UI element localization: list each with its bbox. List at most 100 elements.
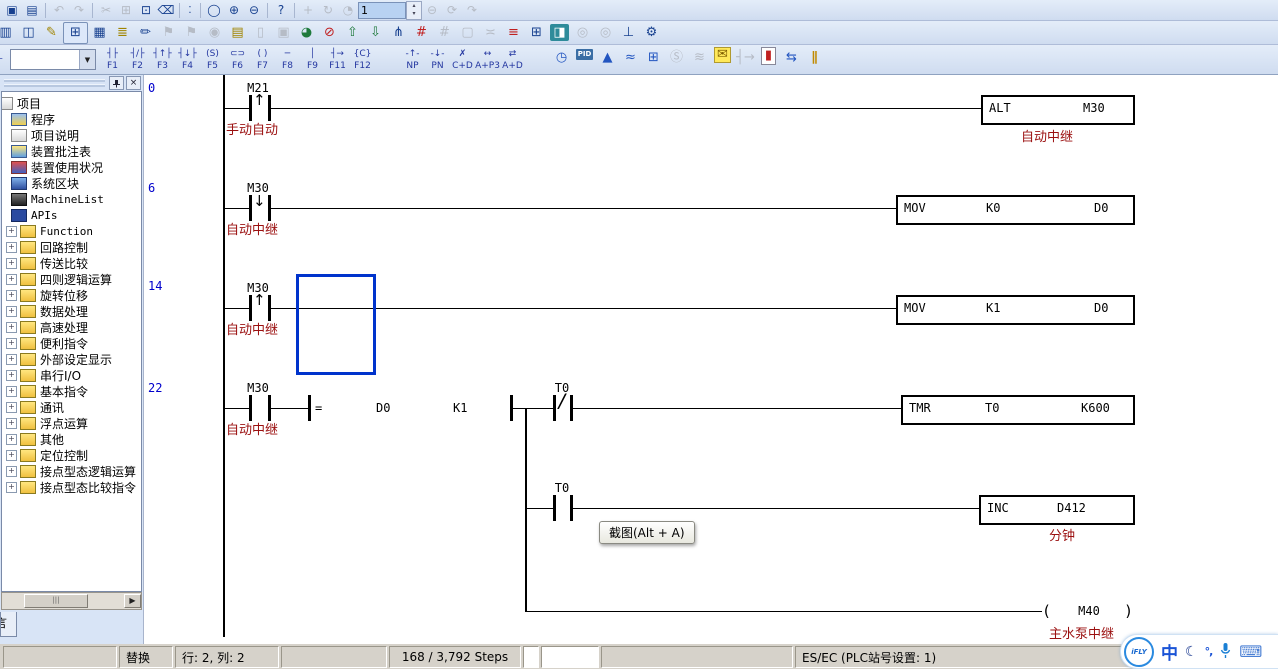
mail-icon[interactable]: ✉: [711, 47, 734, 73]
globe-icon[interactable]: ◕: [295, 23, 318, 43]
expander-icon[interactable]: +: [6, 402, 17, 413]
snap-grid-icon[interactable]: ⁚: [183, 2, 197, 19]
tree-item-api-positioning[interactable]: +定位控制: [2, 447, 141, 463]
transfer-icon[interactable]: ⇆: [780, 47, 803, 73]
copy-icon[interactable]: ⊞: [116, 2, 136, 19]
io-view-icon[interactable]: ≍: [479, 23, 502, 43]
flag2-icon[interactable]: ⚑: [180, 23, 203, 43]
tree-item-api-loop-control[interactable]: +回路控制: [2, 239, 141, 255]
api-instruction-button[interactable]: ┤→F11: [325, 47, 350, 73]
contact-nc-button[interactable]: ┤/├F2: [125, 47, 150, 73]
cd-button[interactable]: ✗C+D: [450, 47, 475, 73]
expander-icon[interactable]: +: [6, 386, 17, 397]
stop-icon[interactable]: ⊘: [318, 23, 341, 43]
row-insert-icon[interactable]: ≡: [502, 23, 525, 43]
tree-item-api-rotate-shift[interactable]: +旋转位移: [2, 287, 141, 303]
tree-item-apis[interactable]: +APIs: [2, 207, 141, 223]
pid-icon[interactable]: PID: [573, 47, 596, 73]
tree-item-device-comment-table[interactable]: +装置批注表: [2, 143, 141, 159]
pn-button[interactable]: -↓-PN: [425, 47, 450, 73]
tree-item-project-root[interactable]: 项目: [1, 95, 141, 111]
rotate-icon[interactable]: ↻: [318, 2, 338, 19]
np-button[interactable]: -↑-NP: [400, 47, 425, 73]
out-coil-button[interactable]: ( )F7: [250, 47, 275, 73]
moon-icon[interactable]: ☾: [1185, 644, 1198, 660]
tree-item-api-handy[interactable]: +便利指令: [2, 335, 141, 351]
contact-rise-button[interactable]: ┤↑├F3: [150, 47, 175, 73]
code-disabled-icon[interactable]: #: [433, 23, 456, 43]
instruction-box-mov-k1[interactable]: MOV K1 D0: [896, 295, 1135, 325]
s-globe-icon[interactable]: Ⓢ: [665, 47, 688, 73]
expander-icon[interactable]: +: [6, 482, 17, 493]
help-icon[interactable]: ?: [271, 2, 291, 19]
tree-item-api-others[interactable]: +其他: [2, 431, 141, 447]
instruction-box-tmr[interactable]: TMR T0 K600: [901, 395, 1135, 425]
panel-tab[interactable]: 言: [0, 612, 17, 637]
scrollbar-thumb[interactable]: |||: [24, 594, 88, 608]
tree-item-api-function[interactable]: +Function: [2, 223, 141, 239]
expander-icon[interactable]: +: [6, 322, 17, 333]
zoom-icon[interactable]: ◯: [204, 2, 224, 19]
expander-icon[interactable]: +: [6, 306, 17, 317]
coil-button[interactable]: ⊂⊃F6: [225, 47, 250, 73]
instruction-box-mov-k0[interactable]: MOV K0 D0: [896, 195, 1135, 225]
expander-icon[interactable]: +: [6, 274, 17, 285]
expander-icon[interactable]: +: [6, 290, 17, 301]
panel-titlebar[interactable]: ×: [0, 75, 143, 91]
instruction-box-inc[interactable]: INC D412: [979, 495, 1135, 525]
ladder-doc-icon[interactable]: ▤: [226, 23, 249, 43]
stopwatch-icon[interactable]: ◷: [550, 47, 573, 73]
tree-item-api-high-speed[interactable]: +高速处理: [2, 319, 141, 335]
find-m-icon[interactable]: ◎: [571, 23, 594, 43]
expander-icon[interactable]: +: [6, 258, 17, 269]
refresh-icon[interactable]: ⟳: [442, 2, 462, 19]
network-icon[interactable]: ⊥: [617, 23, 640, 43]
cut-icon[interactable]: ✂: [96, 2, 116, 19]
expander-icon[interactable]: +: [6, 466, 17, 477]
tree-item-api-comm[interactable]: +通讯: [2, 399, 141, 415]
tree-item-api-arith-logic[interactable]: +四则逻辑运算: [2, 271, 141, 287]
trend-icon[interactable]: ≈: [619, 47, 642, 73]
ime-language-toggle[interactable]: 中: [1161, 639, 1178, 664]
disk-icon[interactable]: ▣: [272, 23, 295, 43]
expander-icon[interactable]: +: [6, 370, 17, 381]
expander-icon[interactable]: +: [6, 338, 17, 349]
expander-icon[interactable]: +: [6, 450, 17, 461]
document-icon[interactable]: ▯: [249, 23, 272, 43]
code-convert-icon[interactable]: #: [410, 23, 433, 43]
print-icon[interactable]: ▤: [22, 2, 42, 19]
chevron-down-icon[interactable]: ▼: [79, 50, 95, 69]
element-combo[interactable]: ▼: [10, 49, 96, 70]
redo-icon[interactable]: ↷: [69, 2, 89, 19]
expander-icon[interactable]: +: [6, 434, 17, 445]
layers-icon[interactable]: ⊞: [642, 47, 665, 73]
inverse-button[interactable]: {C}F12: [350, 47, 375, 73]
insert-icon[interactable]: +: [298, 2, 318, 19]
hline-button[interactable]: ─F8: [275, 47, 300, 73]
simulator-icon[interactable]: ◨: [550, 24, 569, 41]
comment-list-icon[interactable]: ≣: [111, 23, 134, 43]
monitor-off-icon[interactable]: ▢: [456, 23, 479, 43]
instruction-box-alt[interactable]: ALT M30: [981, 95, 1135, 125]
tree-item-project-desc[interactable]: +项目说明: [2, 127, 141, 143]
expander-icon[interactable]: +: [6, 242, 17, 253]
tree-item-api-float[interactable]: +浮点运算: [2, 415, 141, 431]
vline-button[interactable]: │F9: [300, 47, 325, 73]
edit-program-icon[interactable]: ✎: [40, 23, 63, 43]
keyboard-icon[interactable]: ⌨: [1239, 642, 1262, 661]
chart-icon[interactable]: ▲: [596, 47, 619, 73]
page-number-input[interactable]: [358, 2, 406, 19]
brush-icon[interactable]: ✏: [134, 23, 157, 43]
erase-icon[interactable]: ⌫: [156, 2, 176, 19]
tree-item-api-external-display[interactable]: +外部设定显示: [2, 351, 141, 367]
ladder-canvas[interactable]: 0 6 14 22 ↑ M21 手动自动 ALT M30 自动中继: [143, 75, 1278, 644]
bars-icon[interactable]: ∥: [803, 47, 826, 73]
contact-no-button[interactable]: ┤├F1: [100, 47, 125, 73]
tree-item-machinelist[interactable]: +MachineList: [2, 191, 141, 207]
ball-icon[interactable]: ◔: [338, 2, 358, 19]
contact-fall-button[interactable]: ┤↓├F4: [175, 47, 200, 73]
tree-item-program[interactable]: +程序: [2, 111, 141, 127]
expander-icon[interactable]: +: [6, 418, 17, 429]
tree-item-api-basic[interactable]: +基本指令: [2, 383, 141, 399]
columns-icon[interactable]: ≋: [688, 47, 711, 73]
